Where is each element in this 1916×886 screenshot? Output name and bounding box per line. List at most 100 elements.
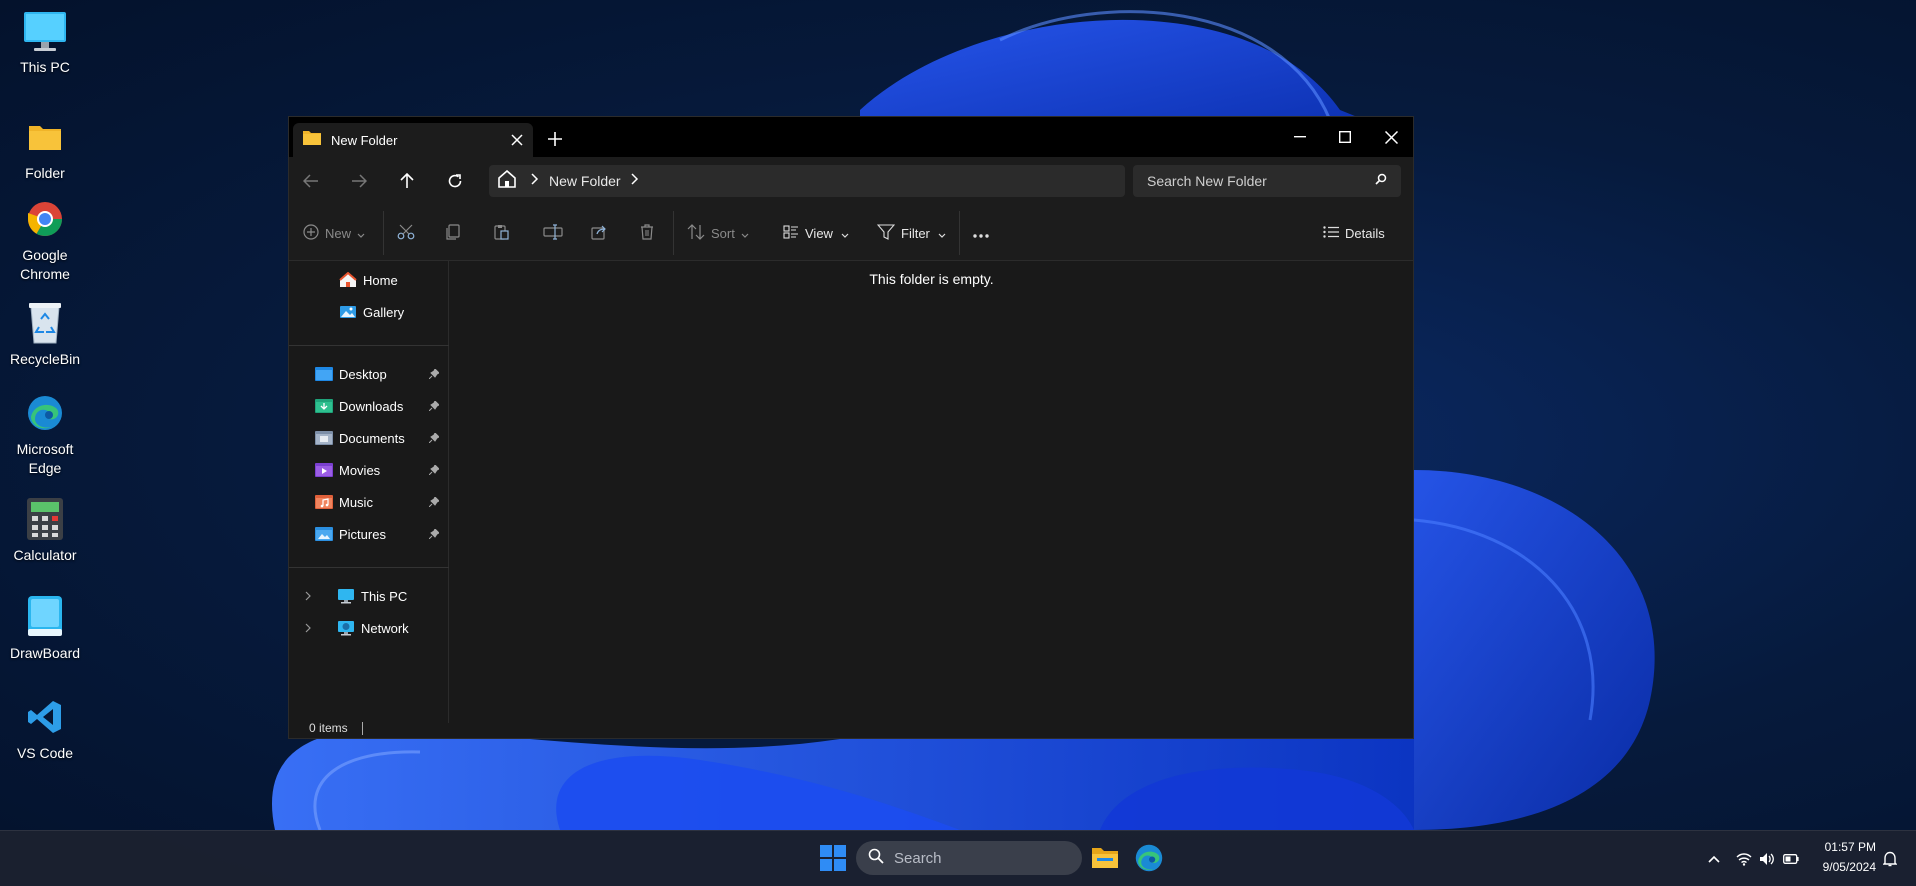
sidebar-item-pictures[interactable]: Pictures [315, 521, 386, 547]
breadcrumb-current[interactable]: New Folder [549, 173, 621, 189]
desktop-icon-recyclebin[interactable]: RecycleBin [0, 300, 90, 369]
taskbar-edge[interactable] [1132, 841, 1166, 875]
recycle-bin-icon [22, 300, 68, 346]
sidebar-item-desktop[interactable]: Desktop [315, 361, 387, 387]
sidebar-item-label: Gallery [363, 304, 405, 320]
gallery-icon [339, 304, 357, 320]
desktop-icon-folder[interactable]: Folder [0, 114, 90, 183]
details-label: Details [1345, 225, 1385, 241]
start-button[interactable] [818, 843, 848, 873]
search-icon[interactable] [1375, 172, 1387, 190]
new-tab-button[interactable] [541, 125, 569, 153]
rename-button[interactable] [543, 219, 563, 247]
delete-button[interactable] [639, 219, 655, 247]
copy-button[interactable] [445, 219, 461, 247]
sidebar-item-label: Documents [339, 430, 405, 446]
file-list-area[interactable]: This folder is empty. [450, 261, 1413, 723]
chevron-down-icon [357, 226, 365, 241]
sidebar-item-home[interactable]: Home [339, 267, 398, 293]
home-icon[interactable] [497, 169, 517, 193]
chevron-up-icon [1708, 855, 1720, 863]
edge-icon [22, 390, 68, 436]
sort-button[interactable]: Sort [687, 219, 749, 247]
minimize-button[interactable] [1277, 117, 1323, 157]
wifi-status[interactable] [1734, 845, 1754, 873]
sidebar-item-network[interactable]: Network [337, 615, 409, 641]
taskbar-file-explorer[interactable] [1088, 841, 1122, 875]
view-button[interactable]: View [783, 219, 849, 247]
tab-new-folder[interactable]: New Folder [293, 123, 533, 157]
forward-button[interactable] [343, 167, 375, 195]
new-button[interactable]: New [303, 219, 365, 247]
address-bar[interactable]: New Folder [489, 165, 1125, 197]
desktop-icon-chrome[interactable]: Google Chrome [0, 196, 90, 284]
sidebar-item-label: Home [363, 272, 398, 288]
sidebar-item-label: Network [361, 620, 409, 636]
show-hidden-icons-button[interactable] [1704, 845, 1724, 873]
expand-this-pc-icon[interactable] [301, 583, 315, 609]
close-tab-icon[interactable] [505, 128, 529, 152]
refresh-button[interactable] [439, 167, 471, 195]
tab-title: New Folder [331, 132, 398, 148]
maximize-button[interactable] [1322, 117, 1368, 157]
copy-icon [445, 223, 461, 243]
windows-logo-icon [820, 845, 846, 871]
view-label: View [805, 225, 833, 241]
chevron-right-icon[interactable] [531, 172, 539, 190]
sort-icon [687, 223, 705, 243]
battery-status[interactable] [1780, 845, 1802, 873]
system-clock[interactable]: 01:57 PM 9/05/2024 [1810, 837, 1876, 877]
desktop-icon-label: Folder [25, 165, 65, 181]
desktop-icon-this-pc[interactable]: This PC [0, 8, 90, 77]
chevron-right-icon[interactable] [631, 172, 639, 190]
empty-folder-message: This folder is empty. [869, 271, 994, 287]
desktop-icon-vscode[interactable]: VS Code [0, 694, 90, 763]
back-button[interactable] [295, 167, 327, 195]
close-window-button[interactable] [1368, 117, 1414, 157]
paste-button[interactable] [493, 219, 509, 247]
navigation-bar: New Folder Search New Folder [289, 157, 1413, 205]
pin-icon[interactable] [427, 425, 441, 451]
monitor-icon [22, 8, 68, 54]
desktop-icon-drawboard[interactable]: DrawBoard [0, 594, 90, 663]
filter-button[interactable]: Filter [876, 219, 946, 247]
drawboard-icon [22, 594, 68, 640]
up-button[interactable] [391, 167, 423, 195]
pin-icon[interactable] [427, 489, 441, 515]
desktop-icon-calculator[interactable]: Calculator [0, 496, 90, 565]
filter-icon [876, 223, 896, 243]
more-icon [973, 226, 989, 241]
sidebar-item-label: This PC [361, 588, 408, 604]
battery-icon [1783, 854, 1799, 864]
pin-icon[interactable] [427, 361, 441, 387]
details-button[interactable]: Details [1323, 219, 1385, 247]
sidebar-item-downloads[interactable]: Downloads [315, 393, 403, 419]
search-box[interactable]: Search New Folder [1133, 165, 1401, 197]
pin-icon[interactable] [427, 393, 441, 419]
sidebar-item-documents[interactable]: Documents [315, 425, 405, 451]
taskbar-search[interactable]: Search [856, 841, 1082, 875]
toolbar-divider [383, 211, 384, 255]
cut-button[interactable] [397, 219, 415, 247]
share-button[interactable] [591, 219, 607, 247]
desktop-icon-label: Calculator [13, 547, 77, 563]
taskbar: Search 01:57 PM 9/05/2024 [0, 830, 1916, 886]
sidebar-item-label: Downloads [339, 398, 404, 414]
notifications-button[interactable] [1878, 845, 1902, 873]
expand-network-icon[interactable] [301, 615, 315, 641]
search-input[interactable]: Search New Folder [1147, 173, 1375, 189]
more-options-button[interactable] [973, 219, 989, 247]
pin-icon[interactable] [427, 457, 441, 483]
sidebar-item-this-pc[interactable]: This PC [337, 583, 407, 609]
chrome-icon [22, 196, 68, 242]
chevron-down-icon [741, 226, 749, 241]
desktop-icon-edge[interactable]: Microsoft Edge [0, 390, 90, 478]
pin-icon[interactable] [427, 521, 441, 547]
desktop-icon-label: Microsoft Edge [16, 441, 74, 476]
sidebar-item-movies[interactable]: Movies [315, 457, 380, 483]
sidebar-item-gallery[interactable]: Gallery [339, 299, 404, 325]
view-icon [783, 224, 799, 242]
sidebar-item-music[interactable]: Music [315, 489, 373, 515]
volume-status[interactable] [1756, 845, 1778, 873]
file-explorer-window: New Folder New Folder Search New Folder … [288, 116, 1414, 739]
